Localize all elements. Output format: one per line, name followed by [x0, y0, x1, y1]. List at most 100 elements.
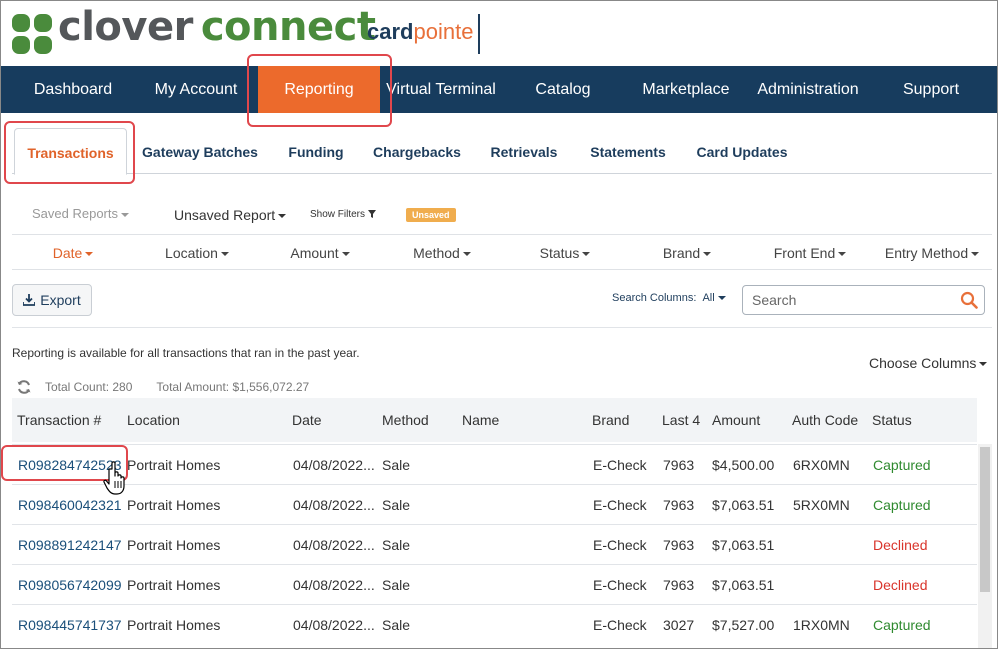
retention-message: Reporting is available for all transacti… — [12, 346, 360, 360]
cell-date: 04/08/2022... — [293, 577, 375, 593]
filter-location[interactable]: Location — [152, 235, 242, 271]
filter-entry-method-label: Entry Method — [884, 245, 969, 261]
nav-my-account[interactable]: My Account — [142, 66, 250, 113]
nav-marketplace[interactable]: Marketplace — [632, 66, 740, 113]
cell-status: Captured — [873, 457, 931, 473]
cell-brand: E-Check — [593, 617, 647, 633]
brand-word-clover: clover — [58, 4, 193, 50]
filter-front-end[interactable]: Front End — [764, 235, 856, 271]
chevron-down-icon — [838, 252, 847, 257]
search-input[interactable] — [752, 286, 952, 314]
chevron-down-icon — [703, 252, 712, 257]
tab-retrievals[interactable]: Retrievals — [484, 128, 564, 174]
sub-brand-card: card — [367, 19, 414, 44]
transaction-link[interactable]: R098445741737 — [18, 605, 122, 645]
col-header-last4[interactable]: Last 4 — [662, 398, 700, 442]
tab-chargebacks[interactable]: Chargebacks — [368, 128, 466, 174]
totals-bar: Total Count: 280 Total Amount: $1,556,07… — [17, 380, 309, 394]
transaction-link[interactable]: R098056742099 — [18, 565, 122, 605]
cell-status: Declined — [873, 537, 928, 553]
table-row[interactable]: R098891242147 Portrait Homes 04/08/2022.… — [12, 524, 977, 564]
cell-last4: 7963 — [663, 457, 695, 473]
col-header-date[interactable]: Date — [292, 398, 322, 442]
col-header-brand[interactable]: Brand — [592, 398, 629, 442]
saved-reports-label: Saved Reports — [32, 206, 118, 221]
cell-date: 04/08/2022... — [293, 537, 375, 553]
export-button[interactable]: Export — [12, 284, 92, 316]
filter-location-label: Location — [165, 245, 218, 261]
cell-location: Portrait Homes — [127, 537, 221, 553]
tab-card-updates[interactable]: Card Updates — [692, 128, 792, 174]
nav-virtual-terminal[interactable]: Virtual Terminal — [380, 66, 502, 113]
tab-statements[interactable]: Statements — [584, 128, 672, 174]
table-header: Transaction # Location Date Method Name … — [12, 398, 977, 442]
col-header-transaction[interactable]: Transaction # — [17, 398, 101, 442]
chevron-down-icon — [582, 252, 591, 257]
nav-catalog[interactable]: Catalog — [518, 66, 608, 113]
cell-last4: 7963 — [663, 497, 695, 513]
nav-support[interactable]: Support — [888, 66, 974, 113]
table-row[interactable]: R098284742523 Portrait Homes 04/08/2022.… — [12, 444, 977, 484]
table-row[interactable]: R098445741737 Portrait Homes 04/08/2022.… — [12, 604, 977, 644]
cell-status: Captured — [873, 617, 931, 633]
report-sub-tabs: Transactions Gateway Batches Funding Cha… — [12, 128, 992, 175]
chevron-down-icon — [462, 252, 471, 257]
col-header-auth-code[interactable]: Auth Code — [792, 398, 858, 442]
tab-gateway-batches[interactable]: Gateway Batches — [138, 128, 262, 174]
table-row[interactable]: R098056742099 Portrait Homes 04/08/2022.… — [12, 564, 977, 604]
cell-brand: E-Check — [593, 537, 647, 553]
filter-date[interactable]: Date — [40, 235, 106, 271]
nav-administration[interactable]: Administration — [748, 66, 868, 113]
filter-entry-method[interactable]: Entry Method — [876, 235, 988, 271]
filter-bar: Date Location Amount Method Status Brand… — [12, 234, 992, 270]
scrollbar-thumb[interactable] — [980, 447, 990, 592]
cell-date: 04/08/2022... — [293, 617, 375, 633]
refresh-icon[interactable] — [17, 380, 31, 394]
tab-transactions[interactable]: Transactions — [14, 128, 127, 175]
show-filters-toggle[interactable]: Show Filters — [310, 209, 376, 220]
filter-amount[interactable]: Amount — [278, 235, 362, 271]
table-row[interactable]: R098460042321 Portrait Homes 04/08/2022.… — [12, 484, 977, 524]
chevron-down-icon — [341, 252, 350, 257]
sub-brand-pointe: pointe — [413, 19, 474, 44]
col-header-name[interactable]: Name — [462, 398, 499, 442]
col-header-location[interactable]: Location — [127, 398, 180, 442]
unsaved-report-dropdown[interactable]: Unsaved Report — [174, 207, 287, 223]
cell-last4: 7963 — [663, 577, 695, 593]
cell-method: Sale — [382, 497, 411, 513]
col-header-amount[interactable]: Amount — [712, 398, 760, 442]
filter-status[interactable]: Status — [528, 235, 602, 271]
tab-funding[interactable]: Funding — [280, 128, 352, 174]
filter-front-end-label: Front End — [773, 245, 836, 261]
col-header-method[interactable]: Method — [382, 398, 429, 442]
cell-method: Sale — [382, 617, 411, 633]
cell-status: Captured — [873, 497, 931, 513]
cell-amount: $7,063.51 — [712, 577, 775, 593]
search-columns-label: Search Columns: — [612, 292, 697, 304]
nav-dashboard[interactable]: Dashboard — [14, 66, 132, 113]
choose-columns-dropdown[interactable]: Choose Columns — [869, 355, 988, 371]
cell-brand: E-Check — [593, 457, 647, 473]
cell-amount: $7,527.00 — [712, 617, 775, 633]
cell-date: 04/08/2022... — [293, 497, 375, 513]
transaction-link[interactable]: R098891242147 — [18, 525, 122, 565]
cell-location: Portrait Homes — [127, 577, 221, 593]
filter-brand-label: Brand — [662, 245, 701, 261]
clover-leaf-logo-icon — [12, 14, 52, 54]
col-header-status[interactable]: Status — [872, 398, 912, 442]
brand-name: clover connect — [58, 4, 376, 50]
cell-method: Sale — [382, 577, 411, 593]
saved-reports-dropdown[interactable]: Saved Reports — [32, 206, 129, 221]
total-count: Total Count: 280 — [45, 380, 133, 394]
search-icon[interactable] — [960, 291, 978, 309]
search-columns-dropdown[interactable]: All — [702, 292, 726, 304]
filter-status-label: Status — [539, 245, 580, 261]
filter-method-label: Method — [413, 245, 460, 261]
table-scrollbar[interactable] — [978, 444, 992, 649]
filter-icon — [367, 210, 376, 219]
filter-brand[interactable]: Brand — [652, 235, 722, 271]
cell-status: Declined — [873, 577, 928, 593]
filter-method[interactable]: Method — [400, 235, 484, 271]
cell-auth-code: 1RX0MN — [793, 617, 850, 633]
nav-reporting[interactable]: Reporting — [258, 66, 380, 113]
